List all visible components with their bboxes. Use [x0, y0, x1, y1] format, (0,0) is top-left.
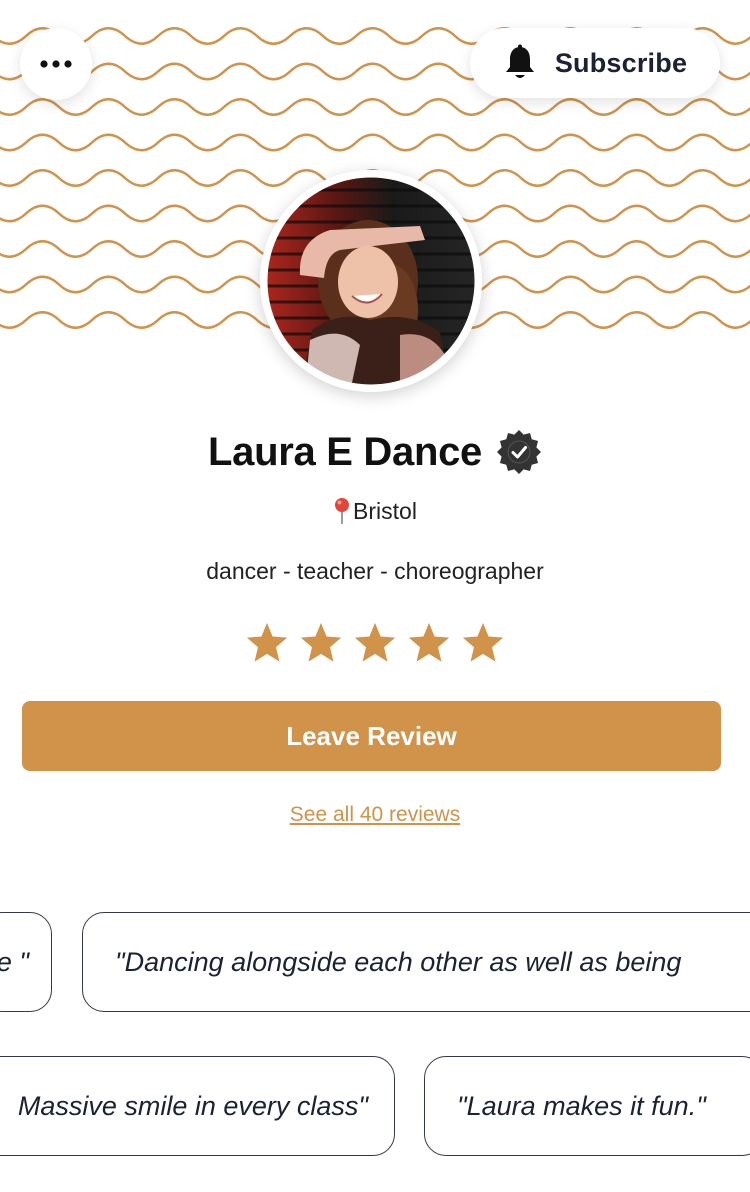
subscribe-label: Subscribe	[554, 47, 688, 78]
review-chip-text: e "	[0, 946, 29, 977]
star-icon	[246, 622, 288, 662]
location-text: Bristol	[353, 497, 417, 524]
review-chip[interactable]: "Laura makes it fun."	[424, 1056, 750, 1156]
review-chip[interactable]: "Dancing alongside each other as well as…	[82, 912, 750, 1012]
review-chip[interactable]: e "	[0, 912, 52, 1012]
location-row: Bristol	[0, 494, 750, 528]
star-icon	[300, 622, 342, 662]
subscribe-button[interactable]: Subscribe	[470, 28, 720, 98]
wave-line	[0, 98, 750, 116]
review-chip-text: "Laura makes it fun."	[457, 1090, 706, 1121]
review-chip[interactable]: Massive smile in every class"	[0, 1056, 395, 1156]
profile-name-row: Laura E Dance	[0, 422, 750, 482]
map-pin-icon	[335, 498, 350, 524]
review-chip-text: "Dancing alongside each other as well as…	[115, 946, 682, 977]
profile-photo	[260, 170, 482, 392]
more-options-button[interactable]	[20, 28, 92, 100]
verified-badge-icon	[497, 430, 541, 474]
star-icon	[408, 622, 450, 662]
star-icon	[354, 622, 396, 662]
profile-tagline: dancer - teacher - choreographer	[206, 558, 544, 584]
profile-page: Subscribe Laura E Dance Bristol dancer -…	[0, 0, 750, 1192]
more-horizontal-icon	[40, 60, 72, 68]
rating-stars	[0, 620, 750, 676]
star-icon	[462, 622, 504, 662]
see-all-reviews-link[interactable]: See all 40 reviews	[0, 803, 750, 827]
profile-name: Laura E Dance	[208, 429, 482, 474]
wave-line	[0, 133, 750, 152]
avatar	[260, 170, 482, 392]
leave-review-button[interactable]: Leave Review	[22, 701, 721, 771]
review-chip-text: Massive smile in every class"	[17, 1090, 368, 1121]
bell-icon	[505, 44, 534, 78]
